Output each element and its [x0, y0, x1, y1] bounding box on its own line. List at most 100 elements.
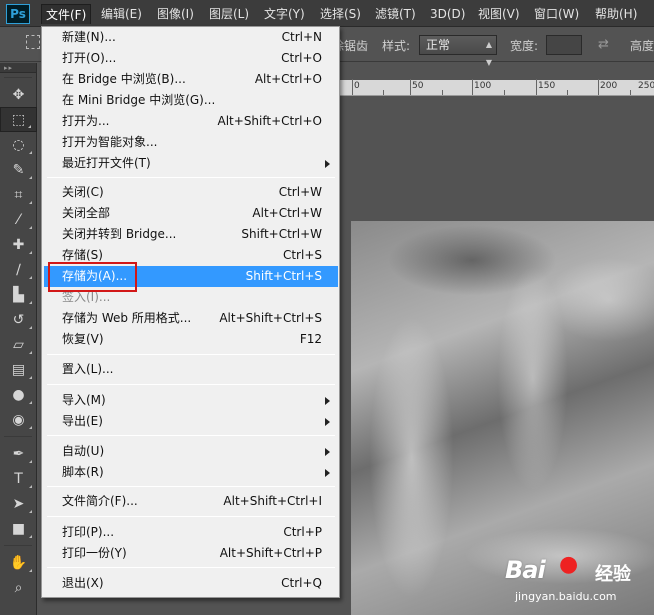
- menu-layer[interactable]: 图层(L): [205, 4, 253, 24]
- marquee-preset-icon[interactable]: [26, 35, 40, 49]
- menu-select[interactable]: 选择(S): [316, 4, 365, 24]
- cursor-icon: ➤: [12, 495, 25, 512]
- menu-separator: [47, 435, 335, 436]
- submenu-arrow-icon: [325, 397, 330, 405]
- menu-item-scripts[interactable]: 脚本(R): [44, 462, 338, 483]
- menu-item-export[interactable]: 导出(E): [44, 411, 338, 432]
- menu-image[interactable]: 图像(I): [153, 4, 198, 24]
- menu-separator: [47, 354, 335, 355]
- style-select[interactable]: 正常 ▲ ▼: [419, 35, 497, 67]
- menu-item-open-as[interactable]: 打开为... Alt+Shift+Ctrl+O: [44, 111, 338, 132]
- move-icon: ✥: [12, 86, 25, 103]
- move-tool[interactable]: ✥: [0, 82, 37, 107]
- menu-item-browse-mini-bridge[interactable]: 在 Mini Bridge 中浏览(G)...: [44, 90, 338, 111]
- menu-window[interactable]: 窗口(W): [530, 4, 583, 24]
- eyedropper-tool[interactable]: ⁄: [0, 207, 37, 232]
- zoom-tool[interactable]: ⌕: [0, 575, 37, 600]
- menu-item-close[interactable]: 关闭(C) Ctrl+W: [44, 182, 338, 203]
- menu-item-print-one-copy[interactable]: 打印一份(Y) Alt+Shift+Ctrl+P: [44, 543, 338, 564]
- brush-icon: ∕: [16, 261, 21, 278]
- photoshop-window: Ps 文件(F) 编辑(E) 图像(I) 图层(L) 文字(Y) 选择(S) 滤…: [0, 0, 654, 615]
- menu-item-print[interactable]: 打印(P)... Ctrl+P: [44, 522, 338, 543]
- lasso-tool[interactable]: ◌: [0, 132, 37, 157]
- tools-panel: ▸▸ ✥ ⬚ ◌ ✎ ⌗ ⁄ ✚ ∕ ▙ ↺ ▱ ▤ ● ◉ ✒ T ➤ ■ ✋…: [0, 63, 37, 615]
- hand-icon: ✋: [9, 554, 28, 571]
- menu-file[interactable]: 文件(F): [41, 4, 92, 24]
- menu-separator: [47, 177, 335, 178]
- ruler-label: 250: [638, 81, 654, 91]
- menu-bar: Ps 文件(F) 编辑(E) 图像(I) 图层(L) 文字(Y) 选择(S) 滤…: [0, 0, 654, 27]
- menu-item-revert[interactable]: 恢复(V) F12: [44, 329, 338, 350]
- menu-3d[interactable]: 3D(D): [426, 4, 469, 24]
- menu-item-open-smart-object[interactable]: 打开为智能对象...: [44, 132, 338, 153]
- menu-item-place[interactable]: 置入(L)...: [44, 359, 338, 380]
- menu-item-new[interactable]: 新建(N)... Ctrl+N: [44, 27, 338, 48]
- gradient-tool[interactable]: ▤: [0, 357, 37, 382]
- type-icon: T: [14, 470, 23, 487]
- submenu-arrow-icon: [325, 469, 330, 477]
- swap-icon[interactable]: ⇄: [598, 37, 609, 52]
- menu-item-file-info[interactable]: 文件简介(F)... Alt+Shift+Ctrl+I: [44, 491, 338, 512]
- horizontal-ruler: 0 50 100 150 200 250: [338, 79, 654, 96]
- menu-item-close-all[interactable]: 关闭全部 Alt+Ctrl+W: [44, 203, 338, 224]
- crop-icon: ⌗: [14, 186, 23, 203]
- tools-panel-collapse-icon[interactable]: ▸▸: [0, 63, 36, 73]
- crop-tool[interactable]: ⌗: [0, 182, 37, 207]
- menu-item-save-for-web[interactable]: 存储为 Web 所用格式... Alt+Shift+Ctrl+S: [44, 308, 338, 329]
- menu-separator: [47, 516, 335, 517]
- menu-item-browse-bridge[interactable]: 在 Bridge 中浏览(B)... Alt+Ctrl+O: [44, 69, 338, 90]
- hand-tool[interactable]: ✋: [0, 550, 37, 575]
- tools-divider: [4, 73, 32, 78]
- menu-item-open[interactable]: 打开(O)... Ctrl+O: [44, 48, 338, 69]
- healing-tool[interactable]: ✚: [0, 232, 37, 257]
- baidu-watermark: Bai ● 经验 jingyan.baidu.com: [487, 550, 654, 610]
- eyedropper-icon: ⁄: [17, 211, 20, 228]
- menu-view[interactable]: 视图(V): [474, 4, 524, 24]
- menu-item-close-go-bridge[interactable]: 关闭并转到 Bridge... Shift+Ctrl+W: [44, 224, 338, 245]
- dodge-tool[interactable]: ◉: [0, 407, 37, 432]
- brush-tool[interactable]: ∕: [0, 257, 37, 282]
- ruler-label: 150: [538, 81, 556, 91]
- annotation-highlight-box: [48, 262, 137, 292]
- menu-filter[interactable]: 滤镜(T): [371, 4, 420, 24]
- marquee-tool[interactable]: ⬚: [0, 107, 37, 132]
- shape-tool[interactable]: ■: [0, 516, 37, 541]
- blur-tool[interactable]: ●: [0, 382, 37, 407]
- submenu-arrow-icon: [325, 448, 330, 456]
- width-label: 宽度:: [510, 39, 539, 53]
- menu-item-recent-files[interactable]: 最近打开文件(T): [44, 153, 338, 174]
- menu-separator: [47, 567, 335, 568]
- chevron-down-icon: ▲ ▼: [485, 40, 492, 67]
- menu-type[interactable]: 文字(Y): [260, 4, 309, 24]
- watermark-url: jingyan.baidu.com: [515, 590, 617, 603]
- ruler-label: 0: [354, 81, 360, 91]
- menu-item-import[interactable]: 导入(M): [44, 390, 338, 411]
- menu-help[interactable]: 帮助(H): [591, 4, 641, 24]
- blur-icon: ●: [12, 386, 25, 403]
- dodge-icon: ◉: [12, 411, 25, 428]
- pen-tool[interactable]: ✒: [0, 441, 37, 466]
- tools-divider: [4, 541, 32, 546]
- path-select-tool[interactable]: ➤: [0, 491, 37, 516]
- eraser-tool[interactable]: ▱: [0, 332, 37, 357]
- gradient-icon: ▤: [11, 361, 26, 378]
- ruler-label: 50: [412, 81, 424, 91]
- ruler-label: 100: [474, 81, 492, 91]
- photoshop-logo: Ps: [6, 4, 30, 24]
- pen-icon: ✒: [12, 445, 25, 462]
- history-brush-tool[interactable]: ↺: [0, 307, 37, 332]
- menu-separator: [47, 486, 335, 487]
- marquee-icon: ⬚: [11, 111, 26, 128]
- style-select-value: 正常: [426, 38, 451, 52]
- width-field[interactable]: [546, 35, 582, 55]
- zoom-icon: ⌕: [14, 579, 23, 596]
- eraser-icon: ▱: [13, 336, 24, 353]
- watermark-logo-cn: 经验: [595, 564, 631, 585]
- quick-select-tool[interactable]: ✎: [0, 157, 37, 182]
- type-tool[interactable]: T: [0, 466, 37, 491]
- menu-item-automate[interactable]: 自动(U): [44, 441, 338, 462]
- rectangle-icon: ■: [11, 520, 26, 537]
- stamp-tool[interactable]: ▙: [0, 282, 37, 307]
- menu-edit[interactable]: 编辑(E): [97, 4, 146, 24]
- menu-item-exit[interactable]: 退出(X) Ctrl+Q: [44, 573, 338, 594]
